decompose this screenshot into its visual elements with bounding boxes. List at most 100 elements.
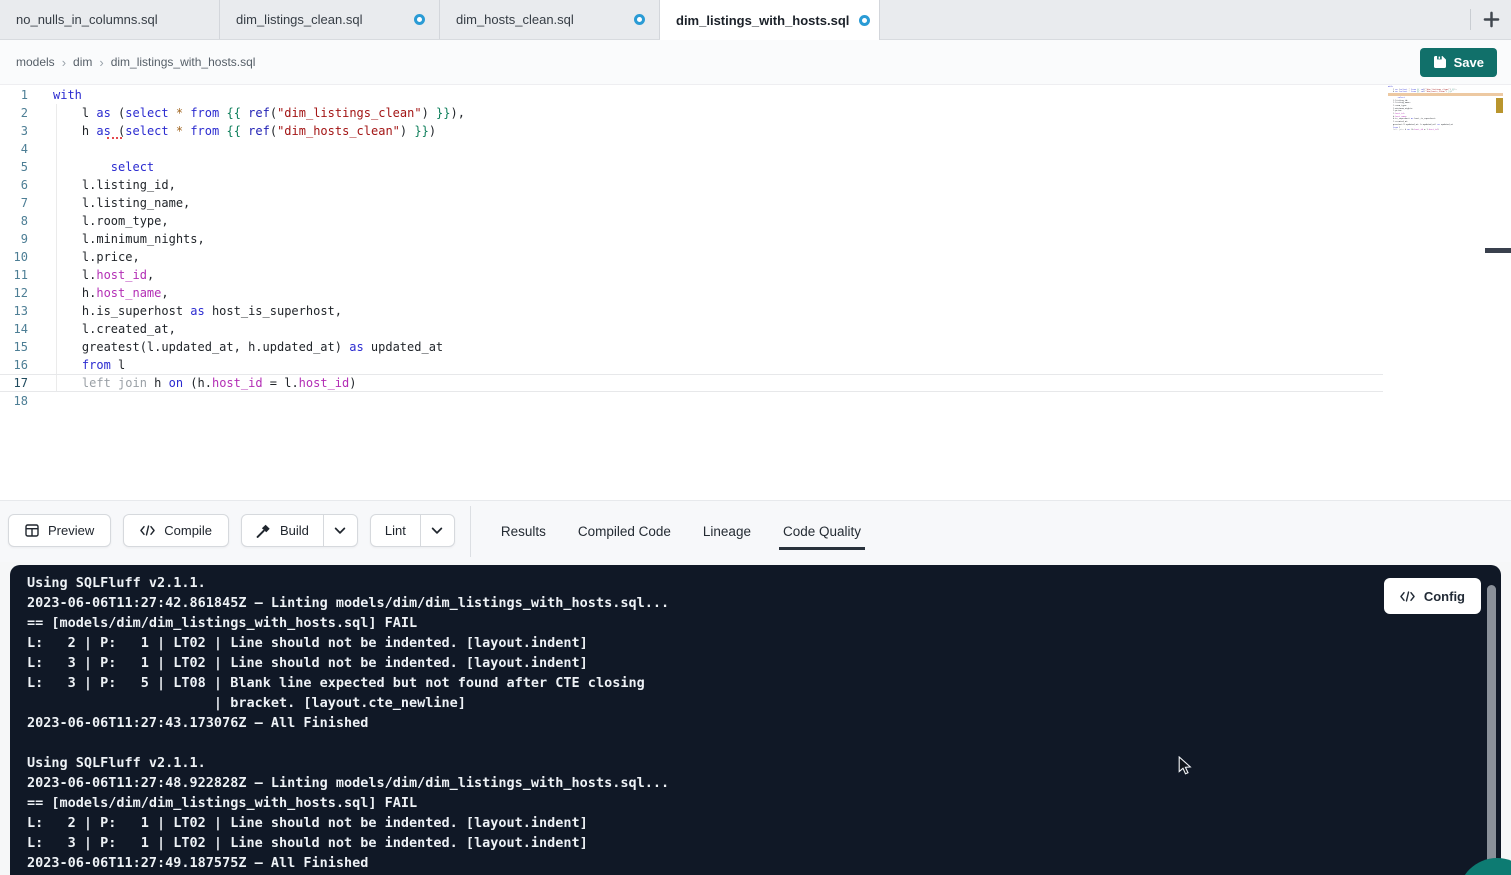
code-line[interactable]: 16 from l	[0, 356, 1511, 374]
save-button[interactable]: Save	[1420, 48, 1497, 77]
code-lines: 1with2 l as (select * from {{ ref("dim_l…	[0, 85, 1511, 410]
save-icon	[1433, 55, 1447, 69]
code-line[interactable]: 5 select	[0, 158, 1511, 176]
preview-button-label: Preview	[48, 523, 94, 538]
ruler-cursor-marker	[1485, 248, 1511, 253]
panel-toolbar: Preview Compile Build Lint Results Compiled …	[0, 500, 1511, 562]
preview-button[interactable]: Preview	[8, 514, 111, 547]
panel-tabs: Results Compiled Code Lineage Code Quality	[501, 501, 861, 562]
build-split-button: Build	[241, 514, 358, 547]
code-text: l.listing_name,	[40, 194, 190, 212]
file-path-bar: models › dim › dim_listings_with_hosts.sql S…	[0, 40, 1511, 85]
tab-results[interactable]: Results	[501, 501, 546, 562]
code-text: h.is_superhost as host_is_superhost,	[40, 302, 342, 320]
save-button-label: Save	[1454, 55, 1484, 70]
lint-button[interactable]: Lint	[371, 515, 420, 546]
modified-dot-icon	[634, 14, 645, 25]
chevron-right-icon: ›	[99, 55, 103, 70]
table-icon	[25, 524, 39, 537]
code-text: h.host_name,	[40, 284, 169, 302]
editor-tabs: no_nulls_in_columns.sql dim_listings_clea…	[0, 0, 880, 39]
code-text: left join h on (h.host_id = l.host_id)	[40, 374, 356, 392]
line-number: 17	[0, 374, 40, 392]
line-number: 1	[0, 86, 40, 104]
terminal-text: Using SQLFluff v2.1.1. 2023-06-06T11:27:…	[10, 565, 1501, 873]
line-number: 8	[0, 212, 40, 230]
line-number: 11	[0, 266, 40, 284]
line-number: 4	[0, 140, 40, 158]
breadcrumb-segment[interactable]: models	[16, 55, 55, 69]
minimap-warning-band	[1388, 93, 1503, 96]
code-text: l.price,	[40, 248, 140, 266]
code-line[interactable]: 9 l.minimum_nights,	[0, 230, 1511, 248]
lint-dropdown-button[interactable]	[420, 515, 454, 546]
code-text	[40, 140, 53, 158]
line-number: 16	[0, 356, 40, 374]
terminal-output[interactable]: Using SQLFluff v2.1.1. 2023-06-06T11:27:…	[10, 565, 1501, 875]
breadcrumb-segment[interactable]: dim_listings_with_hosts.sql	[111, 55, 256, 69]
line-number: 10	[0, 248, 40, 266]
dbt-cloud-ide: no_nulls_in_columns.sql dim_listings_clea…	[0, 0, 1511, 875]
action-buttons: Preview Compile Build Lint	[8, 514, 455, 547]
tab-compiled-code[interactable]: Compiled Code	[578, 501, 671, 562]
code-text: l.room_type,	[40, 212, 169, 230]
line-number: 7	[0, 194, 40, 212]
code-text: l as (select * from {{ ref("dim_listings…	[40, 104, 465, 122]
lint-split-button: Lint	[370, 514, 455, 547]
tab-code-quality[interactable]: Code Quality	[783, 501, 861, 562]
toolbar-divider	[470, 506, 471, 557]
line-number: 13	[0, 302, 40, 320]
breadcrumb-segment[interactable]: dim	[73, 55, 92, 69]
code-line[interactable]: 3 h as (select * from {{ ref("dim_hosts_…	[0, 122, 1511, 140]
build-button[interactable]: Build	[242, 515, 323, 546]
editor-tab-dim-listings-with-hosts[interactable]: dim_listings_with_hosts.sql	[660, 0, 880, 40]
code-line[interactable]: 10 l.price,	[0, 248, 1511, 266]
hammer-icon	[256, 524, 271, 538]
code-line[interactable]: 4	[0, 140, 1511, 158]
code-line[interactable]: 12 h.host_name,	[0, 284, 1511, 302]
line-number: 14	[0, 320, 40, 338]
code-line[interactable]: 1with	[0, 86, 1511, 104]
tab-label: no_nulls_in_columns.sql	[16, 12, 158, 27]
line-number: 15	[0, 338, 40, 356]
code-line[interactable]: 15 greatest(l.updated_at, h.updated_at) …	[0, 338, 1511, 356]
code-editor[interactable]: 1with2 l as (select * from {{ ref("dim_l…	[0, 85, 1511, 500]
editor-tab-no-nulls-in-columns[interactable]: no_nulls_in_columns.sql	[0, 0, 220, 39]
editor-tab-dim-listings-clean[interactable]: dim_listings_clean.sql	[220, 0, 440, 39]
code-text: l.listing_id,	[40, 176, 176, 194]
line-number: 6	[0, 176, 40, 194]
terminal-scrollbar[interactable]	[1487, 585, 1496, 875]
code-text: l.minimum_nights,	[40, 230, 205, 248]
panel-tab-label: Code Quality	[783, 524, 861, 539]
line-number: 2	[0, 104, 40, 122]
tab-label: dim_listings_clean.sql	[236, 12, 362, 27]
lint-squiggle	[107, 135, 122, 139]
code-line[interactable]: 8 l.room_type,	[0, 212, 1511, 230]
code-text	[40, 392, 53, 410]
compile-button[interactable]: Compile	[123, 514, 229, 547]
new-tab-button[interactable]	[1471, 0, 1511, 39]
build-dropdown-button[interactable]	[323, 515, 357, 546]
code-line[interactable]: 6 l.listing_id,	[0, 176, 1511, 194]
line-number: 3	[0, 122, 40, 140]
chevron-right-icon: ›	[62, 55, 66, 70]
build-button-label: Build	[280, 523, 309, 538]
tab-lineage[interactable]: Lineage	[703, 501, 751, 562]
code-text: select	[40, 158, 154, 176]
panel-tab-label: Results	[501, 524, 546, 539]
editor-tab-dim-hosts-clean[interactable]: dim_hosts_clean.sql	[440, 0, 660, 39]
code-line[interactable]: 13 h.is_superhost as host_is_superhost,	[0, 302, 1511, 320]
line-number: 12	[0, 284, 40, 302]
code-line[interactable]: 2 l as (select * from {{ ref("dim_listin…	[0, 104, 1511, 122]
modified-dot-icon	[859, 15, 870, 26]
tabbar-spacer	[880, 0, 1470, 39]
code-line[interactable]: 18	[0, 392, 1511, 410]
panel-tab-label: Compiled Code	[578, 524, 671, 539]
compile-button-label: Compile	[164, 523, 212, 538]
code-line[interactable]: 17 left join h on (h.host_id = l.host_id…	[0, 374, 1511, 392]
code-line[interactable]: 11 l.host_id,	[0, 266, 1511, 284]
config-button[interactable]: Config	[1384, 578, 1481, 614]
code-icon	[140, 525, 155, 536]
code-line[interactable]: 14 l.created_at,	[0, 320, 1511, 338]
code-line[interactable]: 7 l.listing_name,	[0, 194, 1511, 212]
